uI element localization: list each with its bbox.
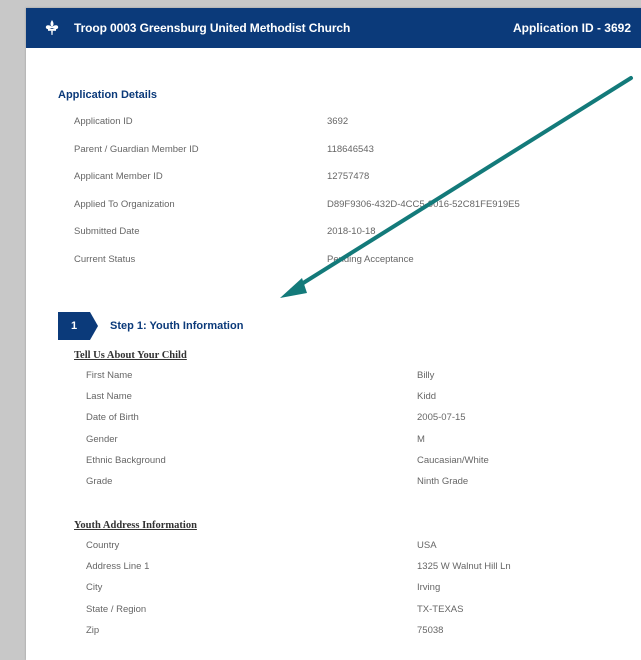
field-value: TX-TEXAS <box>417 603 464 615</box>
field-label: First Name <box>86 370 133 381</box>
field-label: Grade <box>86 475 113 487</box>
field-label: Ethnic Background <box>86 454 166 466</box>
step-number-badge: 1 <box>58 312 98 340</box>
list-item: City Irving <box>86 582 511 603</box>
detail-value: 3692 <box>327 116 349 127</box>
detail-row: Current Status Pending Acceptance <box>74 254 520 282</box>
application-id-label: Application ID - 3692 <box>512 21 631 35</box>
field-label: Address Line 1 <box>86 561 150 573</box>
field-value: Kidd <box>417 391 437 403</box>
detail-value: 118646543 <box>327 143 374 155</box>
list-item: Zip 75038 <box>86 625 511 646</box>
field-label: City <box>86 582 103 594</box>
field-label: Last Name <box>86 391 132 403</box>
detail-label: Applicant Member ID <box>74 171 163 182</box>
detail-label: Submitted Date <box>74 226 140 237</box>
detail-row: Applicant Member ID 12757478 <box>74 171 520 199</box>
field-value: Ninth Grade <box>417 475 469 487</box>
field-value: Billy <box>417 370 435 381</box>
field-value: M <box>417 433 425 445</box>
detail-row: Application ID 3692 <box>74 116 520 144</box>
field-value: 1325 W Walnut Hill Ln <box>417 561 511 573</box>
detail-label: Application ID <box>74 116 133 127</box>
youth-info-list: First Name Billy Last Name Kidd Date of Bi… <box>86 370 489 497</box>
list-item: Address Line 1 1325 W Walnut Hill Ln <box>86 561 511 582</box>
step-title: Step 1: Youth Information <box>110 320 244 332</box>
youth-address-list: Country USA Address Line 1 1325 W Walnut H… <box>86 540 511 646</box>
application-panel: Troop 0003 Greensburg United Methodist C… <box>26 8 641 660</box>
list-item: Last Name Kidd <box>86 391 489 412</box>
detail-label: Parent / Guardian Member ID <box>74 143 199 155</box>
field-label: Gender <box>86 433 118 445</box>
field-label: Zip <box>86 624 100 636</box>
header-bar: Troop 0003 Greensburg United Methodist C… <box>26 8 641 48</box>
application-details-heading: Application Details <box>58 89 158 101</box>
field-label: State / Region <box>86 603 147 615</box>
application-details-list: Application ID 3692 Parent / Guardian Mem… <box>74 116 520 281</box>
field-value: USA <box>417 540 437 551</box>
detail-row: Submitted Date 2018-10-18 <box>74 226 520 254</box>
detail-row: Applied To Organization D89F9306-432D-4CC… <box>74 199 520 227</box>
detail-label: Applied To Organization <box>74 198 175 210</box>
detail-value: D89F9306-432D-4CC5-9016-52C81FE919E5 <box>327 198 520 210</box>
list-item: State / Region TX-TEXAS <box>86 604 511 625</box>
list-item: First Name Billy <box>86 370 489 391</box>
field-label: Country <box>86 540 120 551</box>
field-value: Irving <box>417 582 441 594</box>
field-value: 75038 <box>417 624 444 636</box>
field-label: Date of Birth <box>86 412 139 424</box>
list-item: Country USA <box>86 540 511 561</box>
troop-title: Troop 0003 Greensburg United Methodist C… <box>74 21 351 35</box>
field-value: Caucasian/White <box>417 454 489 466</box>
list-item: Ethnic Background Caucasian/White <box>86 455 489 476</box>
detail-value: 12757478 <box>327 171 370 182</box>
youth-info-heading: Tell Us About Your Child <box>74 350 187 361</box>
detail-row: Parent / Guardian Member ID 118646543 <box>74 144 520 172</box>
detail-label: Current Status <box>74 253 136 265</box>
step-1-header: 1 Step 1: Youth Information <box>58 312 243 340</box>
field-value: 2005-07-15 <box>417 412 466 424</box>
fleur-de-lis-logo-icon <box>42 18 62 38</box>
list-item: Gender M <box>86 434 489 455</box>
list-item: Grade Ninth Grade <box>86 476 489 497</box>
detail-value: Pending Acceptance <box>327 253 414 265</box>
list-item: Date of Birth 2005-07-15 <box>86 412 489 433</box>
detail-value: 2018-10-18 <box>327 226 376 237</box>
youth-address-heading: Youth Address Information <box>74 520 197 531</box>
